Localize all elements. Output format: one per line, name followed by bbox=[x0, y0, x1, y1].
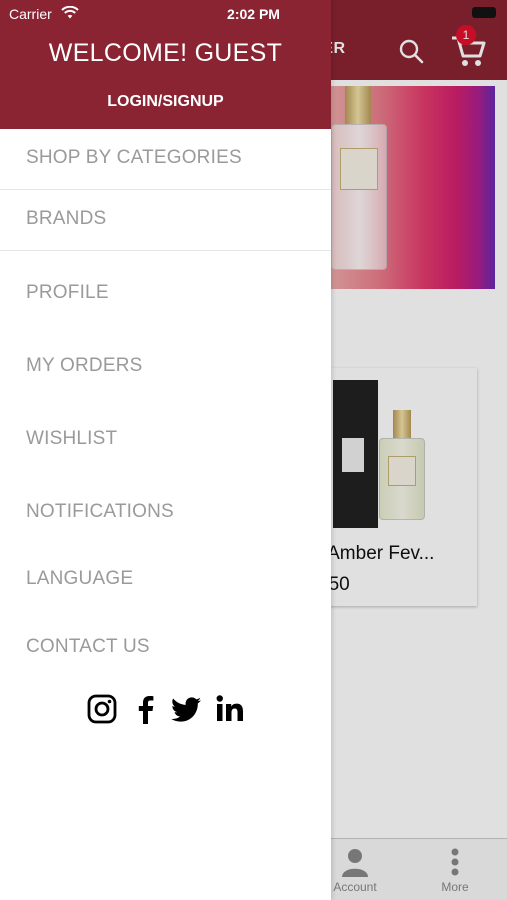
welcome-title: WELCOME! GUEST bbox=[48, 39, 283, 67]
menu-language[interactable]: LANGUAGE bbox=[0, 568, 331, 590]
divider bbox=[0, 189, 331, 190]
status-time: 2:02 PM bbox=[227, 6, 280, 22]
login-signup-link[interactable]: LOGIN/SIGNUP bbox=[0, 93, 331, 111]
divider bbox=[0, 250, 331, 251]
menu-wishlist[interactable]: WISHLIST bbox=[0, 428, 331, 450]
twitter-icon[interactable] bbox=[170, 693, 202, 725]
instagram-icon[interactable] bbox=[86, 693, 118, 725]
menu-my-orders[interactable]: MY ORDERS bbox=[0, 355, 331, 377]
menu-shop-by-categories[interactable]: SHOP BY CATEGORIES bbox=[0, 147, 331, 169]
battery-icon bbox=[472, 7, 496, 18]
menu-brands[interactable]: BRANDS bbox=[0, 208, 331, 230]
menu-notifications[interactable]: NOTIFICATIONS bbox=[0, 501, 331, 523]
facebook-icon[interactable] bbox=[130, 693, 162, 725]
menu-contact-us[interactable]: CONTACT US bbox=[0, 636, 331, 658]
menu-profile[interactable]: PROFILE bbox=[0, 282, 331, 304]
side-drawer: WELCOME! GUEST LOGIN/SIGNUP SHOP BY CATE… bbox=[0, 0, 331, 900]
status-bar: Carrier 2:02 PM bbox=[0, 0, 507, 28]
linkedin-icon[interactable] bbox=[214, 693, 246, 725]
